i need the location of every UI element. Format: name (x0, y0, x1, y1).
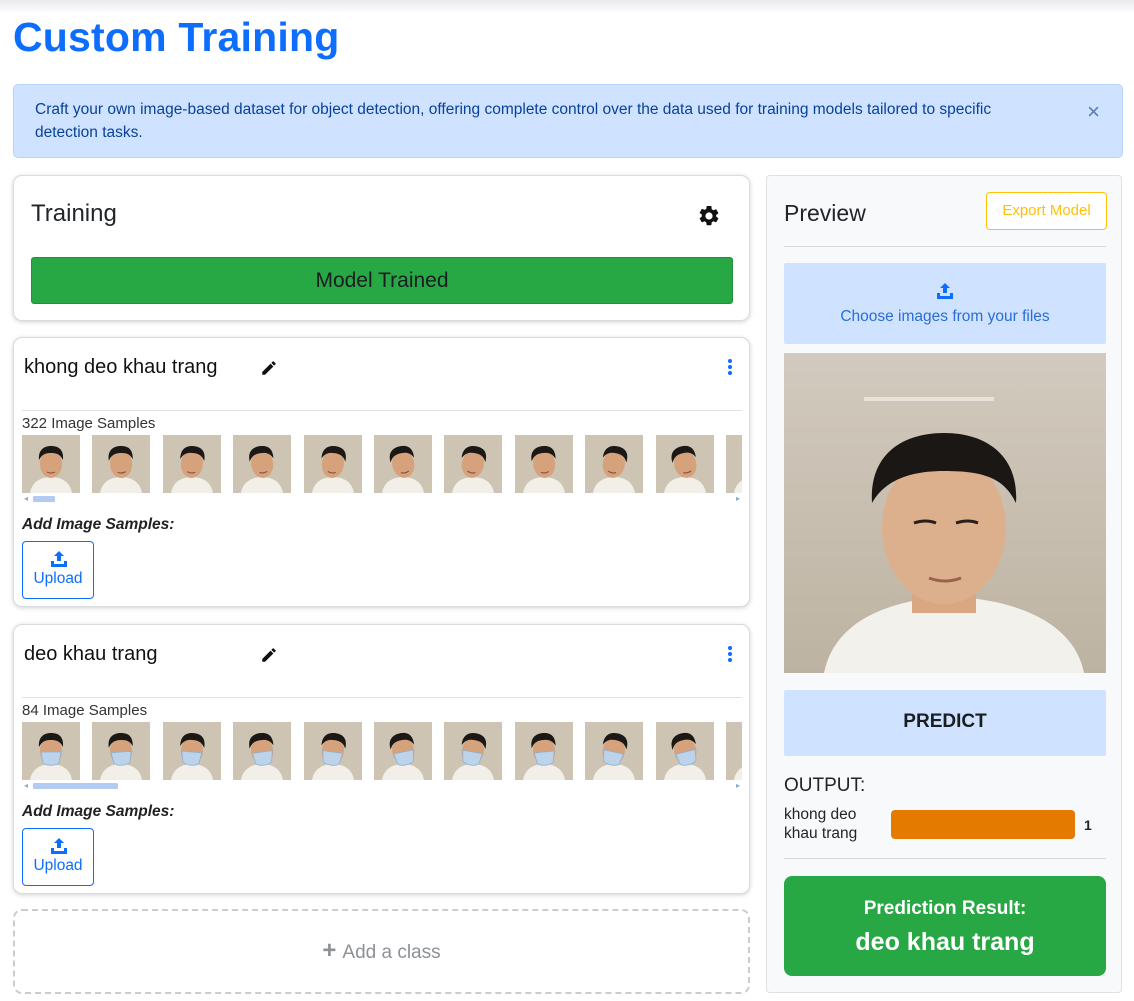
sample-thumbnail[interactable] (514, 722, 573, 780)
sample-thumbnail[interactable] (92, 722, 151, 780)
scroll-right-icon[interactable]: ▸ (736, 494, 740, 503)
divider (22, 410, 742, 411)
sample-thumbnail[interactable] (726, 722, 742, 780)
sample-thumbnail[interactable] (162, 722, 221, 780)
sample-count: 322 Image Samples (22, 415, 156, 432)
output-class-name: khong deo khau trang (784, 806, 858, 842)
sample-thumbnail[interactable] (92, 435, 151, 493)
choose-images-label: Choose images from your files (840, 308, 1050, 325)
gear-icon[interactable] (697, 204, 721, 228)
upload-button[interactable]: Upload (22, 828, 94, 886)
class-name: deo khau trang (24, 643, 158, 665)
training-card: Training Model Trained (13, 175, 750, 321)
page-title: Custom Training (13, 14, 340, 60)
upload-icon (937, 283, 953, 299)
scroll-thumb[interactable] (33, 783, 118, 789)
upload-icon (51, 551, 67, 567)
sample-thumbnail[interactable] (374, 722, 432, 780)
divider (784, 858, 1106, 859)
sample-thumbnail[interactable] (22, 722, 80, 780)
choose-images-button[interactable]: Choose images from your files (784, 263, 1106, 344)
sample-thumbnail[interactable] (22, 435, 80, 493)
pencil-icon[interactable] (260, 359, 278, 377)
divider (784, 246, 1106, 247)
preview-title: Preview (784, 200, 866, 226)
divider (22, 697, 742, 698)
sample-thumbnail[interactable] (303, 435, 362, 493)
preview-image (784, 353, 1106, 673)
training-title: Training (31, 200, 117, 227)
sample-thumbnail[interactable] (726, 435, 742, 493)
sample-thumbnail[interactable] (655, 435, 714, 493)
sample-count: 84 Image Samples (22, 702, 148, 719)
close-icon[interactable]: × (1087, 100, 1100, 124)
sample-thumbnail[interactable] (303, 722, 362, 780)
sample-thumbnail[interactable] (162, 435, 221, 493)
horizontal-scrollbar[interactable]: ◂ ▸ (22, 494, 742, 504)
sample-thumbnail[interactable] (233, 722, 292, 780)
confidence-value: 1 (1084, 817, 1092, 833)
sample-thumbnail[interactable] (585, 435, 644, 493)
sample-strip[interactable] (22, 722, 742, 782)
upload-button[interactable]: Upload (22, 541, 94, 599)
output-label: OUTPUT: (784, 775, 866, 796)
prediction-result-class: deo khau trang (855, 928, 1035, 956)
class-card: deo khau trang 84 Image Samples ◂ ▸ Add … (13, 624, 750, 894)
sample-thumbnail[interactable] (233, 435, 292, 493)
upload-icon (51, 838, 67, 854)
upload-label: Upload (33, 570, 83, 587)
confidence-bar (891, 810, 1075, 839)
scroll-left-icon[interactable]: ◂ (24, 494, 28, 503)
sample-thumbnail[interactable] (444, 722, 503, 780)
kebab-menu-icon[interactable] (721, 357, 739, 377)
add-class-button[interactable]: + Add a class (13, 909, 750, 994)
sample-thumbnail[interactable] (655, 722, 714, 780)
info-alert-text: Craft your own image-based dataset for o… (35, 101, 992, 141)
scroll-right-icon[interactable]: ▸ (736, 781, 740, 790)
horizontal-scrollbar[interactable]: ◂ ▸ (22, 781, 742, 791)
class-card: khong deo khau trang 322 Image Samples ◂… (13, 337, 750, 607)
sample-thumbnail[interactable] (585, 722, 644, 780)
scroll-left-icon[interactable]: ◂ (24, 781, 28, 790)
add-class-label: Add a class (342, 942, 441, 963)
model-trained-button[interactable]: Model Trained (31, 257, 733, 304)
prediction-result-heading: Prediction Result: (863, 898, 1027, 919)
export-model-button[interactable]: Export Model (986, 192, 1107, 230)
scroll-thumb[interactable] (33, 496, 55, 502)
sample-thumbnail[interactable] (444, 435, 503, 493)
sample-thumbnail[interactable] (374, 435, 432, 493)
top-shadow (0, 0, 1134, 14)
sample-thumbnail[interactable] (514, 435, 573, 493)
plus-icon: + (322, 937, 337, 964)
upload-label: Upload (33, 857, 83, 874)
add-samples-label: Add Image Samples: (22, 803, 175, 820)
class-name: khong deo khau trang (24, 356, 218, 378)
kebab-menu-icon[interactable] (721, 644, 739, 664)
preview-panel: Preview Export Model Choose images from … (766, 175, 1122, 993)
info-alert: Craft your own image-based dataset for o… (13, 84, 1123, 158)
predict-button[interactable]: PREDICT (784, 690, 1106, 756)
add-samples-label: Add Image Samples: (22, 516, 175, 533)
prediction-result: Prediction Result: deo khau trang (784, 876, 1106, 976)
sample-strip[interactable] (22, 435, 742, 495)
pencil-icon[interactable] (260, 646, 278, 664)
